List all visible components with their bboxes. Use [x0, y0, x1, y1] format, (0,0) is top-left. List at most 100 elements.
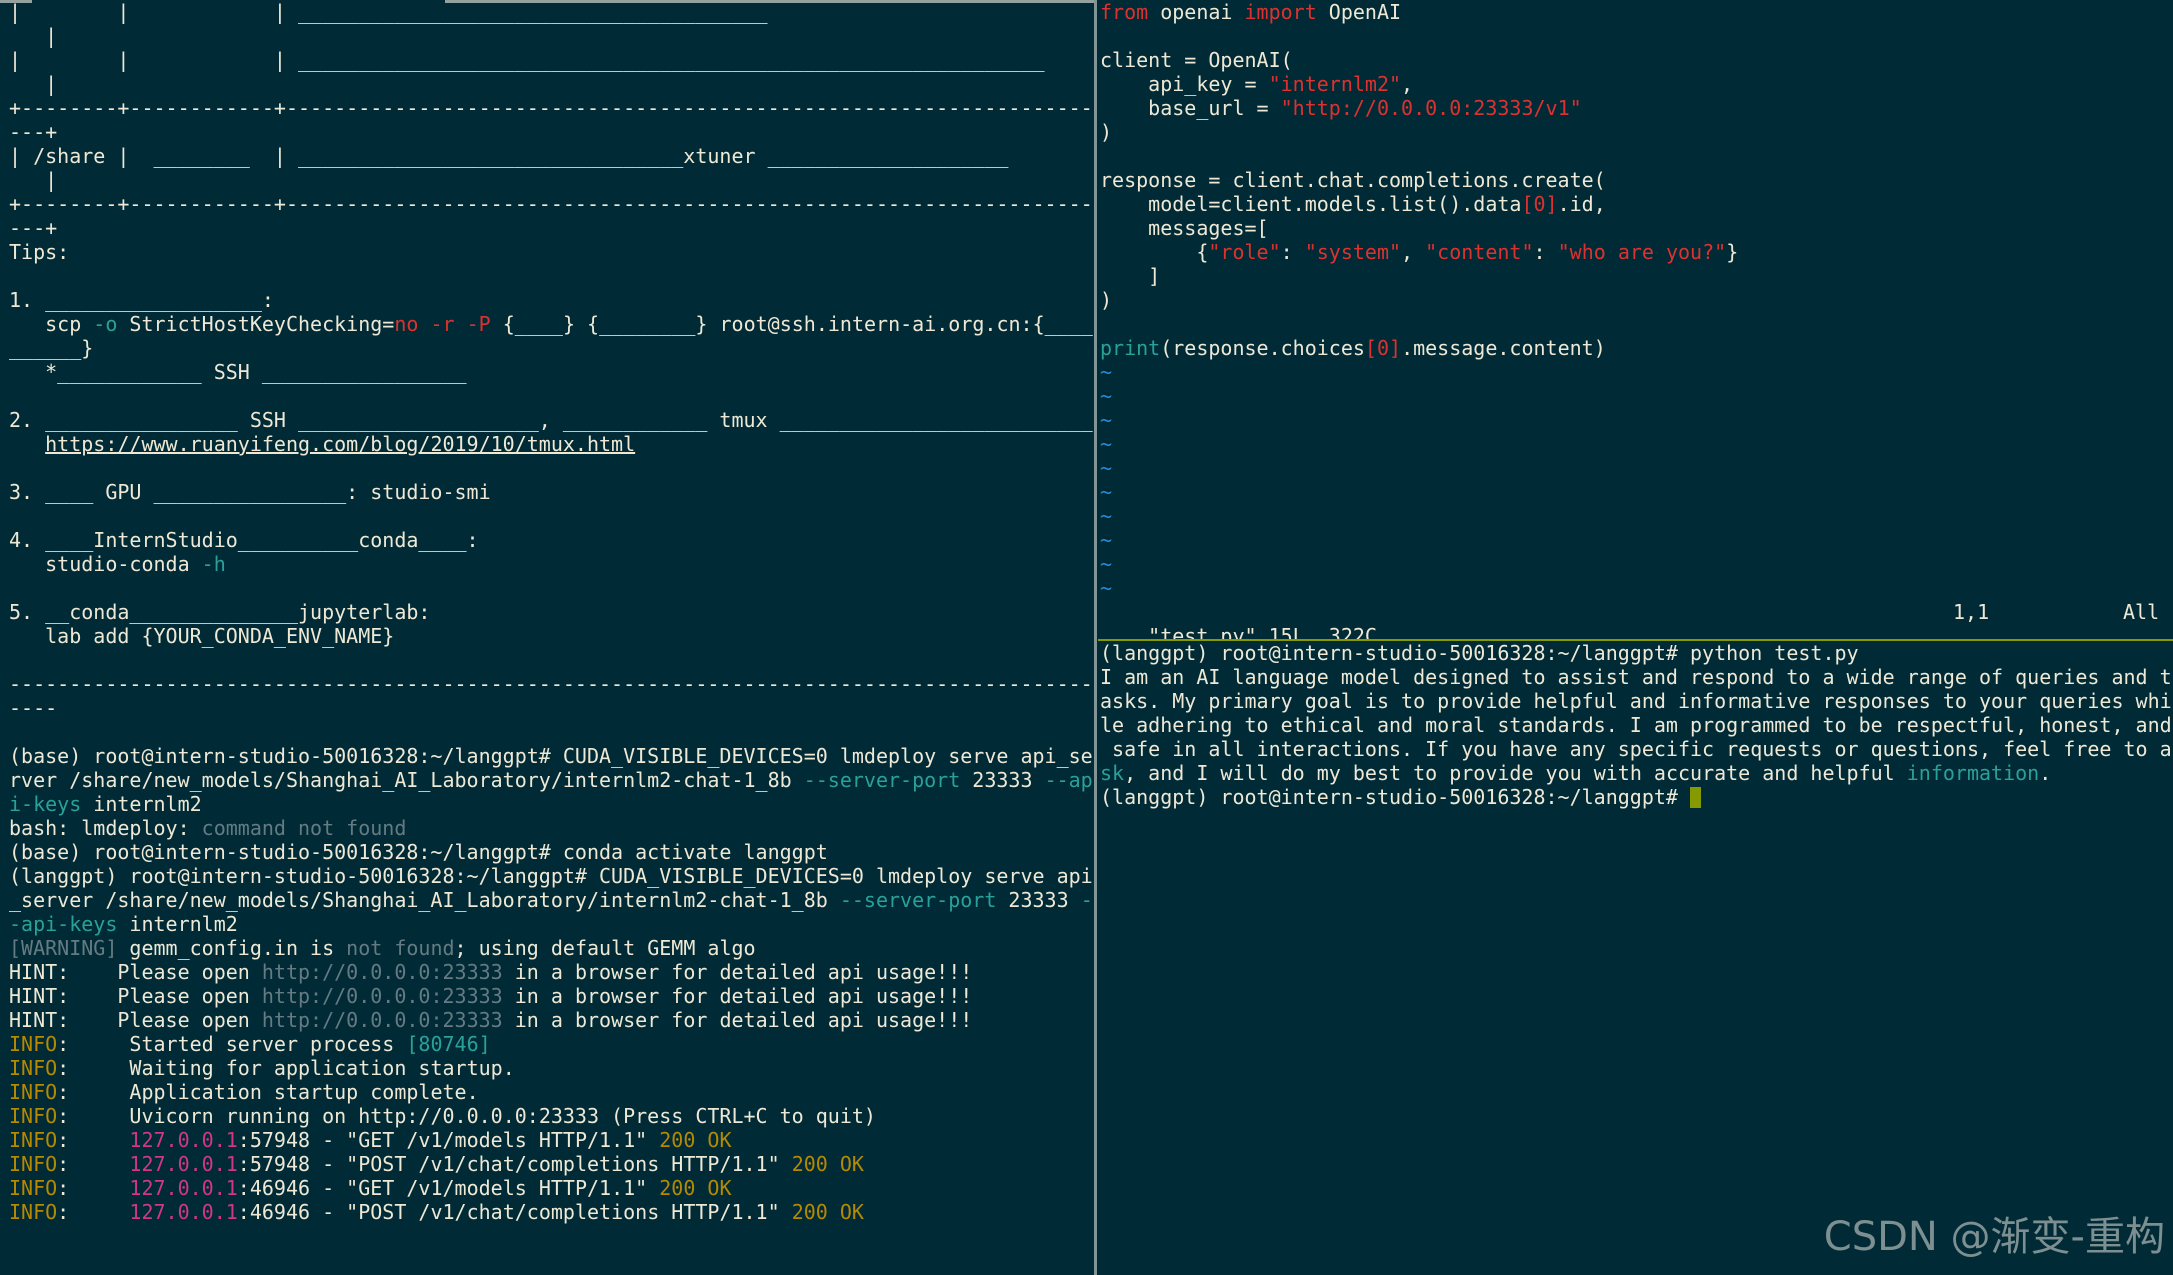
code-line: {"role": "system", "content": "who are y… — [1098, 240, 2173, 264]
terminal-line-segment: :46946 - "GET /v1/models HTTP/1.1" — [237, 1176, 660, 1200]
terminal-line: lab add {YOUR_CONDA_ENV_NAME} — [0, 624, 1093, 648]
csdn-watermark: CSDN @渐变-重构 — [1823, 1214, 2165, 1260]
terminal-line: INFO: Started server process [80746] — [0, 1032, 1093, 1056]
code-line-segment: ] — [1389, 336, 1402, 360]
code-line-segment: "content" — [1425, 240, 1534, 264]
terminal-line: +--------+------------+-----------------… — [0, 96, 1093, 120]
vim-editor-pane[interactable]: from openai import OpenAI client = OpenAI… — [1098, 0, 2173, 639]
vim-empty-line-marker: ~ — [1100, 384, 1113, 408]
terminal-line-segment: INFO — [9, 1200, 58, 1224]
code-line-segment: } — [1726, 240, 1739, 264]
code-line-segment: "who are you?" — [1557, 240, 1727, 264]
terminal-line-segment: 200 OK — [791, 1200, 864, 1224]
vim-empty-line-marker: ~ — [1100, 504, 1113, 528]
terminal-line: INFO: 127.0.0.1:46946 - "POST /v1/chat/c… — [0, 1200, 1093, 1224]
terminal-line-segment: internlm2 — [81, 792, 202, 816]
terminal-line: INFO: Uvicorn running on http://0.0.0.0:… — [0, 1104, 1093, 1128]
code-line-segment: 0 — [1376, 336, 1390, 360]
terminal-line-segment: http://0.0.0.0:23333 — [261, 984, 503, 1008]
code-line: client = OpenAI( — [1098, 48, 2173, 72]
terminal-line-segment: ; using default GEMM algo — [454, 936, 756, 960]
code-line-segment: "role" — [1208, 240, 1281, 264]
output-line: le adhering to ethical and moral standar… — [1098, 713, 2173, 737]
code-line-segment: from — [1100, 0, 1149, 24]
terminal-line: HINT: Please open http://0.0.0.0:23333 i… — [0, 960, 1093, 984]
code-line-segment: "internlm2" — [1268, 72, 1402, 96]
terminal-line-segment: [ — [9, 936, 22, 960]
terminal-line-segment: Tips: — [9, 240, 70, 264]
vim-statusline: "test.py" 15L, 322C 1,1 All — [1098, 600, 2173, 639]
vim-code-area[interactable]: from openai import OpenAI client = OpenAI… — [1098, 0, 2173, 360]
terminal-line-segment: (base) root@intern-studio-50016328:~/lan… — [9, 744, 1093, 768]
terminal-line-segment: i-keys — [9, 792, 82, 816]
code-line-segment: messages=[ — [1100, 216, 1269, 240]
terminal-line-segment: | — [9, 168, 58, 192]
terminal-line: Tips: — [0, 240, 1093, 264]
code-line-segment: api_key = — [1100, 72, 1269, 96]
terminal-line: 1. __________________: — [0, 288, 1093, 312]
terminal-line-segment: 23333 — [960, 768, 1045, 792]
terminal-line: INFO: Waiting for application startup. — [0, 1056, 1093, 1080]
terminal-line-segment: 1. __________________: — [9, 288, 274, 312]
terminal-line-segment: 2. ________________ SSH ________________… — [9, 408, 1093, 432]
terminal-line-segment: not found — [346, 936, 455, 960]
terminal-line-segment: :46946 - "POST /v1/chat/completions HTTP… — [237, 1200, 792, 1224]
terminal-line: bash: lmdeploy: command not found — [0, 816, 1093, 840]
terminal-line-segment: INFO — [9, 1080, 58, 1104]
terminal-line-segment: 200 OK — [659, 1176, 732, 1200]
terminal-line: INFO: Application startup complete. — [0, 1080, 1093, 1104]
terminal-line-segment: gemm_config.in is — [117, 936, 347, 960]
vim-empty-line-marker: ~ — [1100, 576, 1113, 600]
output-line-segment: asks. My primary goal is to provide help… — [1100, 689, 2172, 713]
shell-prompt-line[interactable]: (langgpt) root@intern-studio-50016328:~/… — [1098, 785, 2173, 809]
terminal-line-segment: : — [57, 1176, 130, 1200]
output-line-segment: I am an AI language model designed to as… — [1100, 665, 2172, 689]
shell-terminal-pane[interactable]: (langgpt) root@intern-studio-50016328:~/… — [1098, 641, 2173, 1275]
terminal-line-segment: +--------+------------+-----------------… — [9, 96, 1093, 120]
pane-divider-vertical[interactable] — [1094, 0, 1097, 1275]
vim-empty-line-marker: ~ — [1100, 408, 1113, 432]
shell-prompt: (langgpt) root@intern-studio-50016328:~/… — [1100, 785, 1691, 809]
terminal-line: ---+ — [0, 120, 1093, 144]
terminal-line-segment: +--------+------------+-----------------… — [9, 192, 1093, 216]
code-line-segment: openai — [1148, 0, 1245, 24]
terminal-line-segment: command not found — [201, 816, 407, 840]
terminal-line: (base) root@intern-studio-50016328:~/lan… — [0, 744, 1093, 768]
code-line-segment: "http://0.0.0.0:23333/v1" — [1280, 96, 1582, 120]
terminal-line: | — [0, 72, 1093, 96]
terminal-line-segment: -o — [93, 312, 118, 336]
vim-empty-line-marker: ~ — [1100, 360, 1113, 384]
terminal-line: scp -o StrictHostKeyChecking=no -r -P {_… — [0, 312, 1093, 336]
left-terminal-pane[interactable]: | | | __________________________________… — [0, 0, 1093, 1275]
terminal-line-segment: | | | __________________________________… — [9, 0, 768, 24]
terminal-line-segment[interactable]: https://www.ruanyifeng.com/blog/2019/10/… — [45, 432, 635, 456]
terminal-line-segment: 5. __conda______________jupyterlab: — [9, 600, 431, 624]
terminal-line-segment: 127.0.0.1 — [129, 1128, 238, 1152]
terminal-line-segment: 200 OK — [791, 1152, 864, 1176]
output-line-segment: le adhering to ethical and moral standar… — [1100, 713, 2172, 737]
terminal-line-segment: : — [57, 1128, 130, 1152]
code-line-segment: "system" — [1304, 240, 1402, 264]
code-line: ) — [1098, 120, 2173, 144]
code-line: from openai import OpenAI — [1098, 0, 2173, 24]
vim-empty-line-marker: ~ — [1100, 552, 1113, 576]
terminal-line-segment: in a browser for detailed api usage!!! — [502, 1008, 973, 1032]
terminal-line: HINT: Please open http://0.0.0.0:23333 i… — [0, 984, 1093, 1008]
code-line-segment: OpenAI — [1316, 0, 1402, 24]
code-line: print(response.choices[0].message.conten… — [1098, 336, 2173, 360]
terminal-line-segment: ---+ — [9, 120, 58, 144]
terminal-line-segment: scp — [9, 312, 94, 336]
terminal-line-segment: ----------------------------------------… — [9, 672, 1093, 696]
terminal-line: 4. ____InternStudio__________conda____: — [0, 528, 1093, 552]
terminal-line-segment: -api-keys — [9, 912, 118, 936]
terminal-line: https://www.ruanyifeng.com/blog/2019/10/… — [0, 432, 1093, 456]
terminal-line-segment: | | | __________________________________… — [9, 48, 1045, 72]
terminal-line-segment: studio-conda — [9, 552, 202, 576]
output-line-segment: sk — [1100, 761, 1125, 785]
terminal-line: ______} — [0, 336, 1093, 360]
terminal-line-segment: --ap — [1044, 768, 1093, 792]
terminal-line: ---- — [0, 696, 1093, 720]
